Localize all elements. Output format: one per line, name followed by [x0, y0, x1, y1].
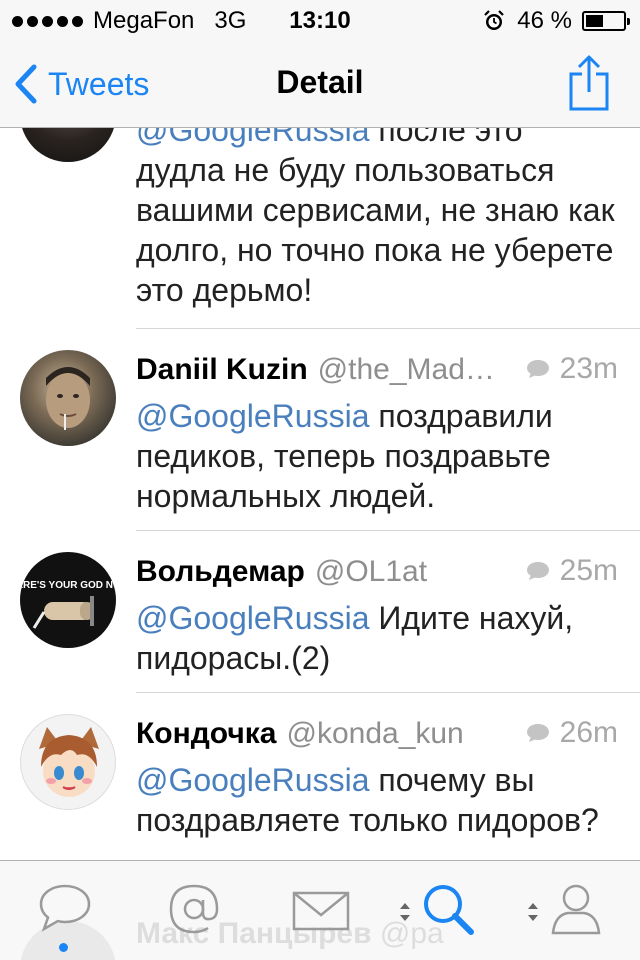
- battery-icon: [582, 11, 630, 31]
- anime-avatar-icon: [39, 727, 99, 797]
- tweet-mention[interactable]: @GoogleRussia: [136, 398, 369, 434]
- tweet-time-label: 23m: [559, 352, 618, 385]
- tweet-timestamp: 25m: [526, 554, 618, 588]
- tab-messages[interactable]: [292, 891, 350, 936]
- tweet-list[interactable]: @GoogleRussia после это дудла не буду по…: [0, 128, 640, 860]
- battery-percent: 46 %: [517, 7, 572, 34]
- separator: [136, 692, 640, 693]
- tab-mentions[interactable]: [168, 883, 220, 940]
- tweet-mention[interactable]: @GoogleRussia: [136, 600, 369, 636]
- tweet-header: Кондочка @konda_kun 26m: [136, 716, 618, 760]
- tweet-mention[interactable]: @GoogleRussia: [136, 762, 369, 798]
- reply-bubble-icon: [526, 360, 549, 378]
- unread-indicator: [59, 943, 68, 952]
- user-handle[interactable]: @the_Mad…: [318, 353, 495, 387]
- tweet-time-label: 26m: [559, 716, 618, 749]
- tweet-mention[interactable]: @GoogleRussia: [136, 128, 369, 148]
- tweet-content: Кондочка @konda_kun 26m @GoogleRussia по…: [136, 716, 618, 840]
- tweet-text: @GoogleRussia Идите нахуй, пидорасы.(2): [136, 598, 618, 678]
- alarm-icon: [484, 10, 505, 30]
- search-options-icon[interactable]: [398, 901, 412, 928]
- tweet-header: Вольдемар @OL1at 25m: [136, 554, 618, 598]
- tab-home[interactable]: [38, 883, 92, 938]
- tweet-content: @GoogleRussia после это дудла не буду по…: [136, 128, 618, 310]
- tab-bar: Макс Панцырев @pa: [0, 860, 640, 960]
- status-right: 46 %: [483, 6, 630, 36]
- reply-bubble-icon: [526, 724, 549, 742]
- tweet-text: @GoogleRussia после это дудла не буду по…: [136, 128, 618, 310]
- profile-options-icon[interactable]: [526, 901, 540, 928]
- separator: [136, 328, 640, 329]
- avatar[interactable]: [20, 350, 116, 446]
- sort-arrows-icon: [400, 903, 410, 921]
- avatar[interactable]: WHERE'S YOUR GOD NOW?: [20, 552, 116, 648]
- avatar-caption: WHERE'S YOUR GOD NOW?: [20, 580, 116, 591]
- sort-arrows-icon: [528, 903, 538, 921]
- tab-search[interactable]: [422, 883, 474, 940]
- user-name[interactable]: Вольдемар: [136, 555, 305, 589]
- tweet-timestamp: 26m: [526, 716, 618, 750]
- user-handle[interactable]: @OL1at: [315, 555, 427, 589]
- tweet-content: Вольдемар @OL1at 25m @GoogleRussia Идите…: [136, 554, 618, 678]
- person-icon: [551, 884, 601, 935]
- status-bar: MegaFon 3G 13:10 46 %: [0, 0, 640, 40]
- navigation-bar: Tweets Detail: [0, 40, 640, 128]
- user-name[interactable]: Кондочка: [136, 717, 277, 751]
- tweet-message: после это дудла не буду пользоваться ваш…: [136, 128, 615, 308]
- toilet-paper-icon: WHERE'S YOUR GOD NOW?: [20, 580, 116, 629]
- tweet-text: @GoogleRussia поздравили педиков, теперь…: [136, 396, 618, 516]
- search-icon: [424, 885, 474, 935]
- tweet-header: Daniil Kuzin @the_Mad… 23m: [136, 352, 618, 396]
- tab-profile[interactable]: [550, 883, 602, 940]
- envelope-icon: [292, 891, 350, 931]
- tweet-text: @GoogleRussia почему вы поздравляете тол…: [136, 760, 618, 840]
- face-icon: [46, 367, 90, 430]
- tweet-time-label: 25m: [559, 554, 618, 587]
- reply-bubble-icon: [526, 562, 549, 580]
- battery-level-fill: [586, 15, 603, 27]
- share-button[interactable]: [568, 54, 610, 117]
- avatar[interactable]: [20, 128, 116, 162]
- user-handle[interactable]: @konda_kun: [287, 717, 464, 751]
- tweet-timestamp: 23m: [526, 352, 618, 386]
- avatar[interactable]: [20, 714, 116, 810]
- page-title: Detail: [276, 64, 364, 100]
- speech-bubble-icon: [39, 884, 91, 932]
- user-name[interactable]: Daniil Kuzin: [136, 353, 308, 387]
- separator: [136, 530, 640, 531]
- tweet-content: Daniil Kuzin @the_Mad… 23m @GoogleRussia…: [136, 352, 618, 516]
- share-icon: [569, 55, 609, 111]
- at-sign-icon: [169, 884, 219, 934]
